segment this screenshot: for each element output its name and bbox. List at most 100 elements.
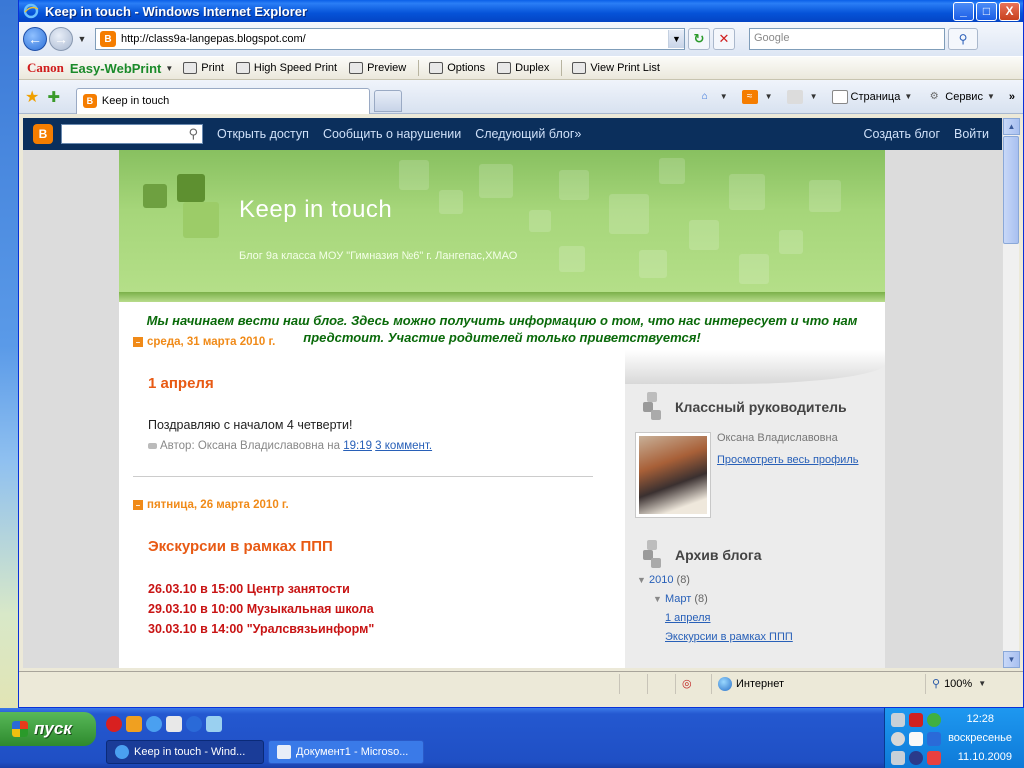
popup-blocker-icon[interactable]: ◎ [675, 673, 711, 694]
profile-card: Оксана Владиславовна Просмотреть весь пр… [635, 432, 885, 518]
home-icon: ⌂ [701, 91, 708, 102]
sidebar-wave [625, 350, 885, 384]
toolbar-divider [418, 60, 420, 76]
forward-button[interactable]: → [49, 27, 73, 51]
nav-share-link[interactable]: Открыть доступ [217, 127, 309, 141]
clock-day: воскресенье [948, 732, 1012, 744]
search-input[interactable]: Google [749, 28, 945, 50]
page-menu[interactable]: Страница ▼ [831, 89, 912, 104]
post-title[interactable]: Экскурсии в рамках ППП [148, 538, 593, 555]
back-button[interactable]: ← [23, 27, 47, 51]
chevron-down-icon[interactable]: ▼ [765, 92, 773, 101]
app-icon[interactable] [126, 716, 142, 732]
taskbar-item-word[interactable]: Документ1 - Microso... [268, 740, 424, 764]
page-viewport: B ⚲ Открыть доступ Сообщить о нарушении … [23, 118, 1003, 668]
print-button[interactable]: Print [183, 62, 224, 74]
add-favorite-icon[interactable]: ✚ [47, 88, 60, 106]
expand-triangle-icon[interactable]: ▼ [637, 575, 646, 585]
opera-icon[interactable] [106, 716, 122, 732]
tray-icon[interactable] [909, 732, 923, 746]
blog-header: Keep in touch Блог 9а класса МОУ "Гимназ… [119, 150, 885, 302]
scroll-thumb[interactable] [1003, 136, 1019, 244]
address-dropdown[interactable]: ▼ [668, 30, 684, 48]
easy-webprint-label[interactable]: Easy-WebPrint [70, 61, 162, 76]
list-icon [572, 62, 587, 74]
header-decor [399, 160, 429, 190]
more-chevron[interactable]: » [1009, 91, 1015, 103]
zoom-control[interactable]: ⚲ 100% ▼ [925, 673, 1021, 694]
collapse-icon: – [133, 500, 143, 510]
post-time-link[interactable]: 19:19 [343, 440, 372, 452]
command-bar: ⌂ ▼ ≈ ▼ ▼ Страница ▼ ⚙ Сервис ▼ » [687, 89, 1023, 104]
tab-bar: ★ ✚ B Keep in touch ⌂ ▼ ≈ ▼ ▼ Страница ▼ ⚙ С… [19, 80, 1023, 114]
address-bar[interactable]: B http://class9a-langepas.blogspot.com/ … [95, 28, 685, 50]
chevron-down-icon[interactable]: ▼ [978, 679, 986, 688]
app-icon[interactable] [166, 716, 182, 732]
create-blog-link[interactable]: Создать блог [863, 127, 940, 141]
teacher-widget-heading: Классный руководитель [643, 392, 885, 422]
close-button[interactable]: X [999, 1, 1020, 21]
blog-description: Блог 9а класса МОУ "Гимназия №6" г. Ланг… [239, 250, 518, 262]
blog-search-input[interactable]: ⚲ [61, 124, 203, 144]
duplex-button[interactable]: Duplex [497, 62, 549, 74]
tools-menu[interactable]: ⚙ Сервис ▼ [926, 90, 995, 104]
blog-title[interactable]: Keep in touch [239, 196, 392, 224]
print-menu-button[interactable]: ▼ [786, 89, 818, 104]
volume-icon[interactable] [891, 751, 905, 765]
profile-photo[interactable] [635, 432, 711, 518]
tray-icon[interactable] [927, 713, 941, 727]
address-url: http://class9a-langepas.blogspot.com/ [121, 33, 306, 45]
expand-triangle-icon[interactable]: ▼ [653, 594, 662, 604]
archive-post-link[interactable]: Экскурсии в рамках ППП [637, 631, 885, 650]
comments-link[interactable]: 3 коммент. [375, 440, 432, 452]
taskbar-item-ie[interactable]: Keep in touch - Wind... [106, 740, 264, 764]
stop-button[interactable]: ✕ [713, 28, 735, 50]
view-print-list-button[interactable]: View Print List [572, 62, 660, 74]
chevron-down-icon[interactable]: ▼ [165, 64, 173, 73]
options-button[interactable]: Options [429, 62, 485, 74]
tray-icon[interactable] [909, 751, 923, 765]
high-speed-print-button[interactable]: High Speed Print [235, 62, 337, 74]
sidebar: Классный руководитель Оксана Владиславов… [625, 350, 885, 668]
ie-icon [23, 3, 39, 19]
search-button[interactable]: ⚲ [948, 28, 978, 50]
tab-keep-in-touch[interactable]: B Keep in touch [75, 87, 370, 114]
preview-icon [349, 62, 364, 74]
tab-label: Keep in touch [101, 95, 170, 107]
blogger-logo-icon[interactable]: B [33, 124, 53, 144]
history-dropdown[interactable]: ▼ [75, 34, 89, 44]
maximize-button[interactable]: □ [976, 1, 997, 21]
security-zone[interactable]: Интернет [711, 673, 925, 694]
tray-icon[interactable] [891, 713, 905, 727]
minimize-button[interactable]: _ [953, 1, 974, 21]
chevron-down-icon[interactable]: ▼ [810, 92, 818, 101]
start-button[interactable]: пуск [0, 712, 96, 746]
language-flag-icon[interactable] [927, 751, 941, 765]
tray-icon[interactable] [891, 732, 905, 746]
search-icon[interactable]: ⚲ [188, 126, 198, 142]
preview-button[interactable]: Preview [349, 62, 406, 74]
feeds-button[interactable]: ≈ ▼ [741, 89, 773, 104]
home-button[interactable]: ⌂ ▼ [697, 90, 728, 104]
refresh-button[interactable]: ↻ [688, 28, 710, 50]
app-icon[interactable] [206, 716, 222, 732]
chevron-down-icon[interactable]: ▼ [720, 92, 728, 101]
vertical-scrollbar[interactable]: ▲ ▼ [1002, 118, 1020, 668]
sign-in-link[interactable]: Войти [954, 127, 989, 141]
nav-report-link[interactable]: Сообщить о нарушении [323, 127, 461, 141]
favorites-star-icon[interactable]: ★ [25, 87, 39, 107]
archive-post-link[interactable]: 1 апреля [637, 612, 885, 631]
media-player-icon[interactable] [186, 716, 202, 732]
post-title[interactable]: 1 апреля [148, 375, 593, 392]
view-profile-link[interactable]: Просмотреть весь профиль [717, 454, 858, 466]
scroll-down-button[interactable]: ▼ [1003, 651, 1020, 668]
header-decor [559, 246, 585, 272]
new-tab-button[interactable] [373, 89, 402, 112]
nav-next-blog-link[interactable]: Следующий блог» [475, 127, 581, 141]
duplex-icon [497, 62, 512, 74]
tray-icon[interactable] [927, 732, 941, 746]
clock-time[interactable]: 12:28 [966, 713, 994, 725]
scroll-up-button[interactable]: ▲ [1003, 118, 1020, 135]
antivirus-icon[interactable] [909, 713, 923, 727]
ie-icon[interactable] [146, 716, 162, 732]
